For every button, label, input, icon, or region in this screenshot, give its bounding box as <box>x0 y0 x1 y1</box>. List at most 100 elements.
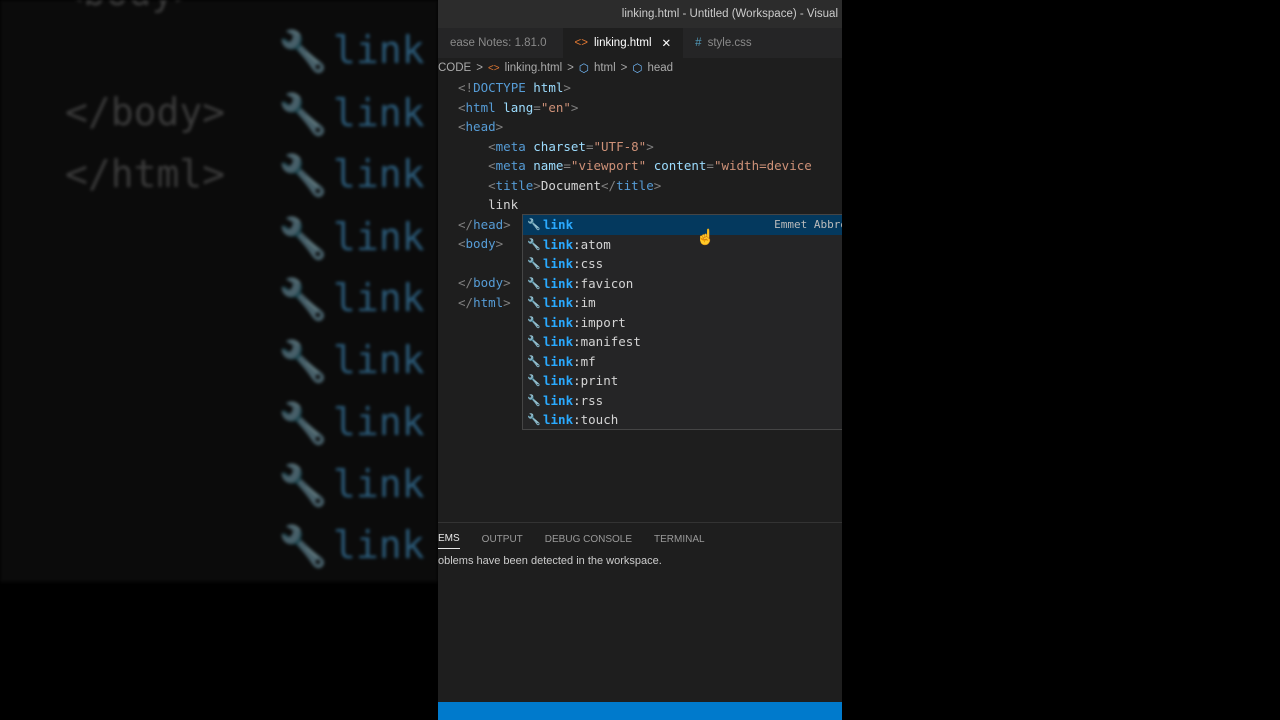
crumb-root[interactable]: CODE <box>438 62 471 74</box>
code-token: </ <box>458 275 474 290</box>
code-line: link <box>438 195 842 215</box>
vscode-window: linking.html - Untitled (Workspace) - Vi… <box>438 0 842 720</box>
suggestion-item[interactable]: 🔧 link:favicon <box>523 274 842 294</box>
bg-text: link <box>333 462 425 506</box>
code-token: </ <box>601 177 617 193</box>
suggestion-rest: :favicon <box>573 275 634 291</box>
suggestion-item[interactable]: 🔧 link:mf <box>523 352 842 372</box>
suggestion-item[interactable]: 🔧 link:import <box>523 313 842 333</box>
panel-tab-debug-console[interactable]: DEBUG CONSOLE <box>545 534 632 545</box>
panel-tab-terminal[interactable]: TERMINAL <box>654 534 705 545</box>
suggestion-match: link <box>543 392 574 408</box>
suggestion-match: link <box>543 217 574 233</box>
crumb-sep: > <box>567 62 574 74</box>
bg-text: link <box>333 523 425 567</box>
code-token: body <box>465 236 496 251</box>
tab-label: linking.html <box>593 37 652 49</box>
wrench-icon: 🔧 <box>278 524 328 570</box>
suggestion-match: link <box>543 373 574 389</box>
code-token: < <box>488 158 496 173</box>
bg-text: link <box>333 215 425 259</box>
crumb-html[interactable]: html <box>594 62 616 74</box>
bg-text: link <box>333 152 425 196</box>
crumb-head[interactable]: head <box>647 62 673 74</box>
wrench-icon: 🔧 <box>527 374 541 388</box>
suggestion-rest: :rss <box>573 392 604 408</box>
code-token: meta <box>495 158 526 173</box>
suggestion-item[interactable]: 🔧 link:rss <box>523 391 842 411</box>
panel-tab-problems[interactable]: EMS <box>438 529 460 549</box>
suggestion-item[interactable]: 🔧 link Emmet Abbre <box>523 215 842 235</box>
code-token: > <box>653 177 662 193</box>
suggestion-rest: :manifest <box>573 334 641 350</box>
html-file-icon: <> <box>574 37 588 49</box>
suggestion-match: link <box>543 334 574 350</box>
code-token: > <box>533 177 541 193</box>
code-token: > <box>503 294 511 310</box>
wrench-icon: 🔧 <box>527 335 541 349</box>
code-token: = <box>585 138 594 154</box>
bottom-panel: EMS OUTPUT DEBUG CONSOLE TERMINAL oblems… <box>438 522 842 567</box>
bg-text: link <box>333 28 425 72</box>
bg-text: <body> <box>60 0 197 14</box>
wrench-icon: 🔧 <box>527 276 541 290</box>
panel-tab-output[interactable]: OUTPUT <box>482 534 523 545</box>
suggestion-rest: :print <box>573 373 619 389</box>
code-token: > <box>646 138 654 154</box>
suggestion-match: link <box>543 353 574 369</box>
code-token: </ <box>458 216 474 232</box>
symbol-icon: ⬡ <box>632 63 643 75</box>
code-token: = <box>533 99 541 115</box>
wrench-icon: 🔧 <box>527 315 541 329</box>
wrench-icon: 🔧 <box>278 277 328 323</box>
suggestion-item[interactable]: 🔧 link:touch <box>523 410 842 430</box>
code-line: <meta name="viewport" content="width=dev… <box>438 156 842 176</box>
blurred-background: <body> </body> </html> 🔧link🔧link🔧link🔧l… <box>0 0 438 582</box>
wrench-icon: 🔧 <box>527 237 541 251</box>
tab-release-notes[interactable]: ease Notes: 1.81.0 <box>438 28 559 58</box>
code-line: <head> <box>438 117 842 137</box>
suggestion-item[interactable]: 🔧 link:im <box>523 293 842 313</box>
code-token: = <box>706 158 714 173</box>
close-icon[interactable]: ✕ <box>662 36 672 50</box>
suggestion-rest: :im <box>573 295 596 311</box>
suggestion-item[interactable]: 🔧 link:atom <box>523 235 842 255</box>
crumb-sep: > <box>620 62 628 74</box>
wrench-icon: 🔧 <box>278 216 328 262</box>
wrench-icon: 🔧 <box>527 257 541 271</box>
bg-text: </html> <box>65 152 226 196</box>
tab-bar: ease Notes: 1.81.0 <> linking.html ✕ # s… <box>438 28 842 58</box>
code-token: < <box>488 177 496 193</box>
wrench-icon: 🔧 <box>527 296 541 310</box>
code-token: title <box>495 177 534 193</box>
tab-style-css[interactable]: # style.css <box>683 28 764 58</box>
breadcrumb: CODE > <> linking.html > ⬡ html > ⬡ head <box>438 58 842 78</box>
crumb-file[interactable]: linking.html <box>505 62 563 74</box>
code-token: name <box>525 158 564 173</box>
tab-label: style.css <box>707 37 752 49</box>
code-token: content <box>646 158 707 173</box>
crumb-sep: > <box>476 62 483 74</box>
tab-linking-html[interactable]: <> linking.html ✕ <box>562 28 684 58</box>
code-token: < <box>458 119 466 134</box>
code-token: lang <box>495 99 534 115</box>
suggestion-match: link <box>543 295 574 311</box>
suggestion-item[interactable]: 🔧 link:manifest <box>523 332 842 352</box>
wrench-icon: 🔧 <box>278 401 328 447</box>
code-line: <title>Document</title> <box>438 176 842 196</box>
code-token: charset <box>525 138 586 154</box>
code-token: head <box>465 119 496 134</box>
code-token: > <box>570 99 579 115</box>
code-token: DOCTYPE <box>473 80 526 95</box>
suggestion-item[interactable]: 🔧 link:css <box>523 254 842 274</box>
suggestion-item[interactable]: 🔧 link:print <box>523 371 842 391</box>
code-token: link <box>488 197 519 212</box>
html-file-icon: <> <box>487 62 500 74</box>
code-token: "width=device <box>713 158 812 173</box>
code-token: > <box>495 236 504 251</box>
code-token: head <box>473 216 504 232</box>
bg-text: </body> <box>65 90 226 134</box>
wrench-icon: 🔧 <box>278 463 328 509</box>
suggestion-match: link <box>543 256 574 272</box>
code-token: Document <box>540 177 602 193</box>
